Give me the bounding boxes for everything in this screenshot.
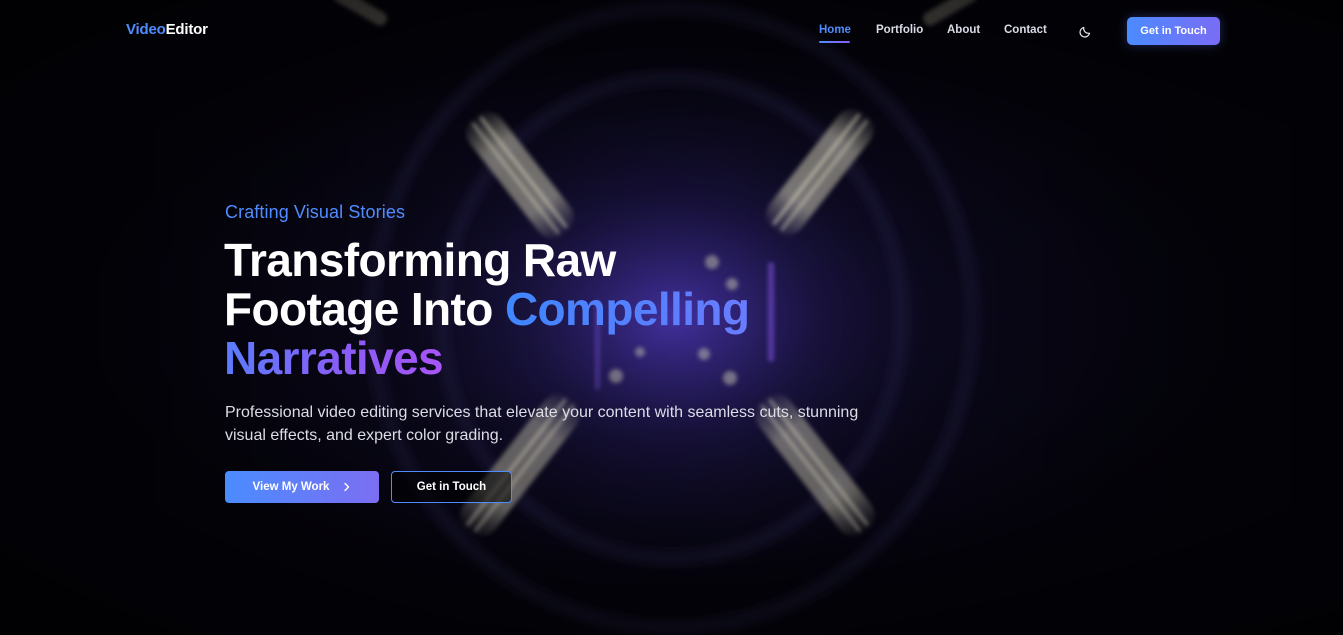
headline-highlight-compelling: Compelling [504,283,750,335]
headline-highlight-narratives: Narratives [224,332,444,384]
hero-description: Professional video editing services that… [225,404,859,444]
moon-icon[interactable] [1078,23,1094,39]
headline-line-1: Transforming Raw [224,234,616,286]
top-navigation: VideoEditor Home Portfolio About Contact… [0,0,1343,62]
logo[interactable]: VideoEditor [126,21,208,38]
nav-link-home[interactable]: Home [819,24,851,36]
nav-link-contact[interactable]: Contact [1004,24,1047,36]
hero-get-in-touch-button[interactable]: Get in Touch [391,471,512,503]
nav-link-about[interactable]: About [947,24,980,36]
active-nav-indicator [819,41,850,43]
page: VideoEditor Home Portfolio About Contact… [0,0,1343,635]
hero-headline: Transforming Raw Footage Into Compelling… [224,236,864,383]
view-my-work-button[interactable]: View My Work [225,471,379,503]
chevron-right-icon [343,480,351,495]
header-get-in-touch-button[interactable]: Get in Touch [1127,17,1220,45]
view-my-work-label: View My Work [252,481,330,493]
nav-link-portfolio[interactable]: Portfolio [876,24,923,36]
hero-eyebrow: Crafting Visual Stories [225,202,406,222]
logo-text-editor: Editor [165,21,208,38]
logo-text-video: Video [126,21,166,38]
headline-line-2-plain: Footage Into [224,283,505,335]
